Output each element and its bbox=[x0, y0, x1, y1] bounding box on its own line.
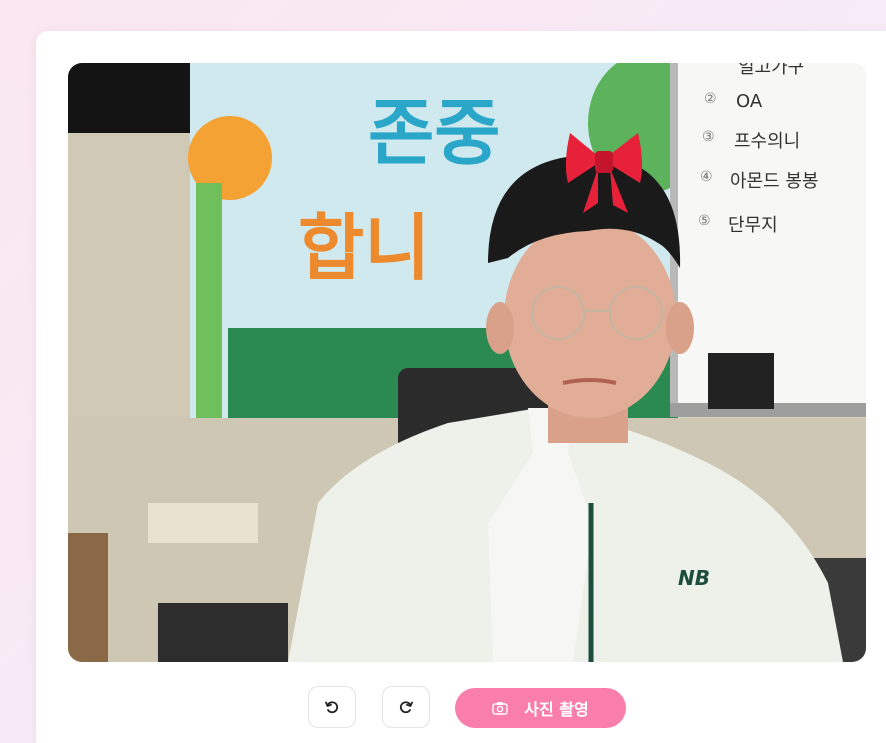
capture-photo-button[interactable]: 사진 촬영 bbox=[455, 688, 626, 728]
whiteboard-number-2: ② bbox=[704, 91, 717, 107]
whiteboard-number-3: ③ bbox=[702, 129, 715, 145]
whiteboard-item-5: 단무지 bbox=[728, 215, 778, 236]
whiteboard-item-4: 아몬드 봉봉 bbox=[730, 171, 819, 192]
whiteboard: 일고가구 OA 프수의니 아몬드 봉봉 단무지 ② ③ ④ ⑤ bbox=[670, 63, 866, 417]
rotate-left-icon bbox=[325, 701, 339, 714]
shirt-logo: NB bbox=[678, 566, 710, 590]
whiteboard-item-2: OA bbox=[736, 91, 763, 112]
camera-icon bbox=[492, 701, 508, 715]
whiteboard-item-3: 프수의니 bbox=[734, 131, 800, 152]
capture-button-label: 사진 촬영 bbox=[524, 700, 589, 719]
camera-preview: 존중 합니 일고가구 OA 프수의니 아몬드 봉봉 단무지 ② ③ ④ ⑤ NB bbox=[68, 63, 866, 662]
whiteboard-number-4: ④ bbox=[700, 169, 713, 185]
rotate-right-icon bbox=[399, 701, 413, 714]
rotate-right-button[interactable] bbox=[382, 686, 430, 728]
whiteboard-number-5: ⑤ bbox=[698, 213, 711, 229]
rotate-left-button[interactable] bbox=[308, 686, 356, 728]
whiteboard-item-1: 일고가구 bbox=[738, 63, 804, 78]
banner-text-2: 합니 bbox=[298, 206, 430, 290]
banner-text-1: 존중 bbox=[368, 91, 500, 175]
camera-controls: 사진 촬영 bbox=[0, 686, 886, 730]
